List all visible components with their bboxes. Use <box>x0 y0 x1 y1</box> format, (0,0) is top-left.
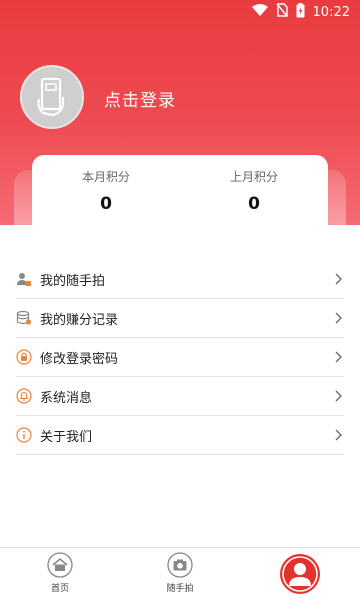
database-icon <box>16 310 32 326</box>
chevron-right-icon <box>335 312 342 324</box>
avatar[interactable] <box>20 65 84 129</box>
status-bar: 10:22 <box>0 0 360 24</box>
settings-menu: 我的随手拍 我的赚分记录 修改登录密码 系统消息 关于我们 <box>16 260 344 455</box>
this-month-points-value: 0 <box>100 194 112 214</box>
chevron-right-icon <box>335 390 342 402</box>
points-card: 本月积分 0 上月积分 0 <box>32 155 328 227</box>
nav-snapshot[interactable]: 随手拍 <box>120 548 240 600</box>
menu-label: 系统消息 <box>40 390 93 406</box>
battery-icon <box>296 2 305 22</box>
last-month-points: 上月积分 0 <box>180 155 328 227</box>
status-time: 10:22 <box>312 4 350 20</box>
menu-item-points-record[interactable]: 我的赚分记录 <box>16 299 344 338</box>
user-icon <box>280 554 320 594</box>
info-icon <box>16 427 32 443</box>
nav-snapshot-label: 随手拍 <box>166 584 194 594</box>
chevron-right-icon <box>335 351 342 363</box>
nav-me[interactable] <box>240 548 360 600</box>
home-icon <box>47 552 73 578</box>
chevron-right-icon <box>335 429 342 441</box>
no-sim-icon <box>275 3 288 21</box>
menu-label: 我的随手拍 <box>40 273 106 289</box>
bell-icon <box>16 388 32 404</box>
nav-home[interactable]: 首页 <box>0 548 120 600</box>
nav-home-label: 首页 <box>50 584 69 594</box>
this-month-points: 本月积分 0 <box>32 155 180 227</box>
login-link[interactable]: 点击登录 <box>104 86 176 111</box>
camera-icon <box>167 552 193 578</box>
bottom-nav: 首页 随手拍 <box>0 547 360 600</box>
menu-item-about-us[interactable]: 关于我们 <box>16 416 344 455</box>
menu-item-my-snapshots[interactable]: 我的随手拍 <box>16 260 344 299</box>
menu-item-change-password[interactable]: 修改登录密码 <box>16 338 344 377</box>
menu-item-system-messages[interactable]: 系统消息 <box>16 377 344 416</box>
wifi-icon <box>251 4 268 20</box>
chevron-right-icon <box>335 273 342 285</box>
menu-label: 修改登录密码 <box>40 351 119 367</box>
menu-label: 关于我们 <box>40 429 93 445</box>
phone-hand-icon <box>37 77 65 117</box>
lock-icon <box>16 349 32 365</box>
last-month-points-label: 上月积分 <box>229 170 278 184</box>
last-month-points-value: 0 <box>248 194 260 214</box>
this-month-points-label: 本月积分 <box>81 170 130 184</box>
user-camera-icon <box>16 271 32 287</box>
menu-label: 我的赚分记录 <box>40 312 119 328</box>
